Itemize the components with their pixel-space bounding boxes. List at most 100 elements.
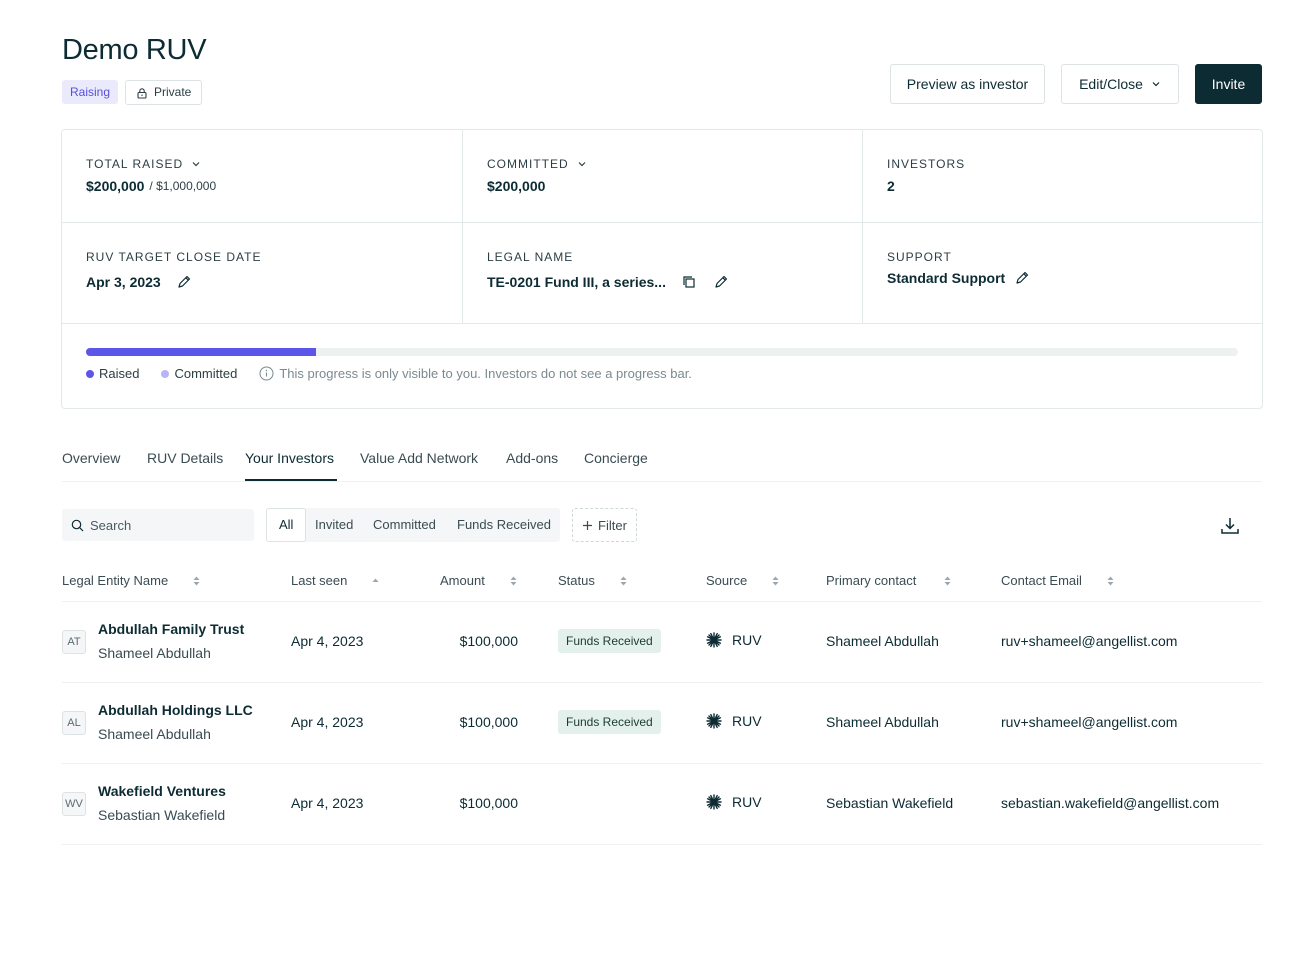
sort-icon[interactable] — [619, 575, 628, 587]
total-raised-value: $200,000 / $1,000,000 — [86, 178, 217, 194]
legal-name-value: TE-0201 Fund III, a series... — [487, 274, 729, 290]
column-source[interactable]: Source — [706, 573, 747, 588]
search-box[interactable] — [62, 509, 254, 541]
entity-person: Shameel Abdullah — [98, 726, 211, 742]
tab-add-ons[interactable]: Add-ons — [506, 450, 558, 466]
lock-icon — [137, 87, 147, 99]
table-header-divider — [62, 601, 1262, 602]
sort-ascending-icon[interactable] — [371, 575, 380, 587]
edit-close-label: Edit/Close — [1079, 76, 1143, 92]
tab-concierge[interactable]: Concierge — [584, 450, 648, 466]
progress-bar — [86, 348, 1238, 356]
copy-icon[interactable] — [682, 275, 696, 289]
committed-label[interactable]: COMMITTED — [487, 157, 587, 171]
active-tab-indicator — [245, 479, 337, 481]
column-primary-contact[interactable]: Primary contact — [826, 573, 916, 588]
status-badge: Funds Received — [558, 629, 661, 653]
pencil-icon[interactable] — [176, 274, 192, 290]
column-contact-email[interactable]: Contact Email — [1001, 573, 1082, 588]
sort-icon[interactable] — [509, 575, 518, 587]
entity-person: Shameel Abdullah — [98, 645, 211, 661]
contact-email[interactable]: sebastian.wakefield@angellist.com — [1001, 795, 1219, 811]
source: RUV — [706, 794, 762, 810]
legal-name-label: LEGAL NAME — [487, 250, 574, 264]
total-raised-label[interactable]: TOTAL RAISED — [86, 157, 201, 171]
row-divider — [62, 682, 1262, 683]
tab-value-add-network[interactable]: Value Add Network — [360, 450, 478, 466]
chevron-down-icon — [578, 162, 586, 167]
investors-label: INVESTORS — [887, 157, 966, 171]
entity-person: Sebastian Wakefield — [98, 807, 226, 823]
row-divider — [62, 763, 1262, 764]
row-divider — [62, 844, 1262, 845]
tab-overview[interactable]: Overview — [62, 450, 120, 466]
legend-raised-dot — [86, 369, 94, 378]
progress-note: This progress is only visible to you. In… — [259, 366, 692, 381]
sort-icon[interactable] — [192, 575, 201, 587]
total-raised-target: / $1,000,000 — [149, 179, 217, 193]
column-legal-entity-name[interactable]: Legal Entity Name — [62, 573, 168, 588]
last-seen: Apr 4, 2023 — [291, 714, 364, 730]
support-value: Standard Support — [887, 270, 1030, 286]
status-badge: Funds Received — [558, 710, 661, 734]
source: RUV — [706, 713, 762, 729]
edit-close-button[interactable]: Edit/Close — [1061, 64, 1179, 104]
preview-as-investor-button[interactable]: Preview as investor — [890, 64, 1045, 104]
tab-your-investors[interactable]: Your Investors — [245, 450, 334, 466]
privacy-badge: Private — [125, 80, 202, 105]
column-amount[interactable]: Amount — [440, 573, 485, 588]
page-title: Demo RUV — [62, 34, 207, 66]
filter-all[interactable]: All — [266, 508, 307, 542]
avatar: AL — [62, 711, 86, 735]
close-date-value: Apr 3, 2023 — [86, 274, 192, 290]
investors-value: 2 — [887, 178, 895, 194]
search-input[interactable] — [90, 517, 240, 533]
last-seen: Apr 4, 2023 — [291, 795, 364, 811]
tab-ruv-details[interactable]: RUV Details — [147, 450, 223, 466]
avatar: WV — [62, 792, 86, 816]
info-icon — [259, 366, 274, 381]
chevron-down-icon — [192, 162, 200, 167]
tab-bar: Overview RUV Details Your Investors Valu… — [62, 442, 1262, 482]
pencil-icon[interactable] — [713, 274, 729, 290]
sort-icon[interactable] — [1106, 575, 1115, 587]
primary-contact: Sebastian Wakefield — [826, 795, 954, 811]
entity-name[interactable]: Abdullah Family Trust — [98, 621, 244, 637]
plus-icon — [583, 520, 593, 530]
ruv-sunburst-icon — [706, 713, 722, 729]
support-label: SUPPORT — [887, 250, 952, 264]
amount: $100,000 — [459, 633, 518, 649]
invite-button[interactable]: Invite — [1195, 64, 1262, 104]
committed-value: $200,000 — [487, 178, 546, 194]
legend-raised: Raised — [86, 366, 139, 381]
entity-name[interactable]: Abdullah Holdings LLC — [98, 702, 253, 718]
avatar: AT — [62, 630, 86, 654]
ruv-sunburst-icon — [706, 632, 722, 648]
column-status[interactable]: Status — [558, 573, 595, 588]
contact-email[interactable]: ruv+shameel@angellist.com — [1001, 633, 1177, 649]
sort-icon[interactable] — [943, 575, 952, 587]
source: RUV — [706, 632, 762, 648]
last-seen: Apr 4, 2023 — [291, 633, 364, 649]
filter-committed[interactable]: Committed — [373, 508, 436, 542]
progress-legend: Raised Committed This progress is only v… — [86, 366, 692, 381]
ruv-sunburst-icon — [706, 794, 722, 810]
chevron-down-icon — [1152, 82, 1160, 87]
legend-committed-dot — [161, 369, 170, 378]
filter-invited[interactable]: Invited — [315, 508, 353, 542]
contact-email[interactable]: ruv+shameel@angellist.com — [1001, 714, 1177, 730]
privacy-label: Private — [154, 85, 192, 99]
entity-name[interactable]: Wakefield Ventures — [98, 783, 226, 799]
stats-panel: TOTAL RAISED $200,000 / $1,000,000 COMMI… — [61, 129, 1263, 409]
add-filter-button[interactable]: Filter — [572, 508, 637, 542]
filter-funds-received[interactable]: Funds Received — [457, 508, 551, 542]
status-badge: Raising — [62, 80, 119, 104]
pencil-icon[interactable] — [1014, 270, 1030, 286]
close-date-label: RUV TARGET CLOSE DATE — [86, 250, 262, 264]
sort-icon[interactable] — [771, 575, 780, 587]
column-last-seen[interactable]: Last seen — [291, 573, 347, 588]
legend-committed: Committed — [161, 366, 237, 381]
download-icon[interactable] — [1218, 514, 1242, 538]
amount: $100,000 — [459, 795, 518, 811]
primary-contact: Shameel Abdullah — [826, 633, 939, 649]
